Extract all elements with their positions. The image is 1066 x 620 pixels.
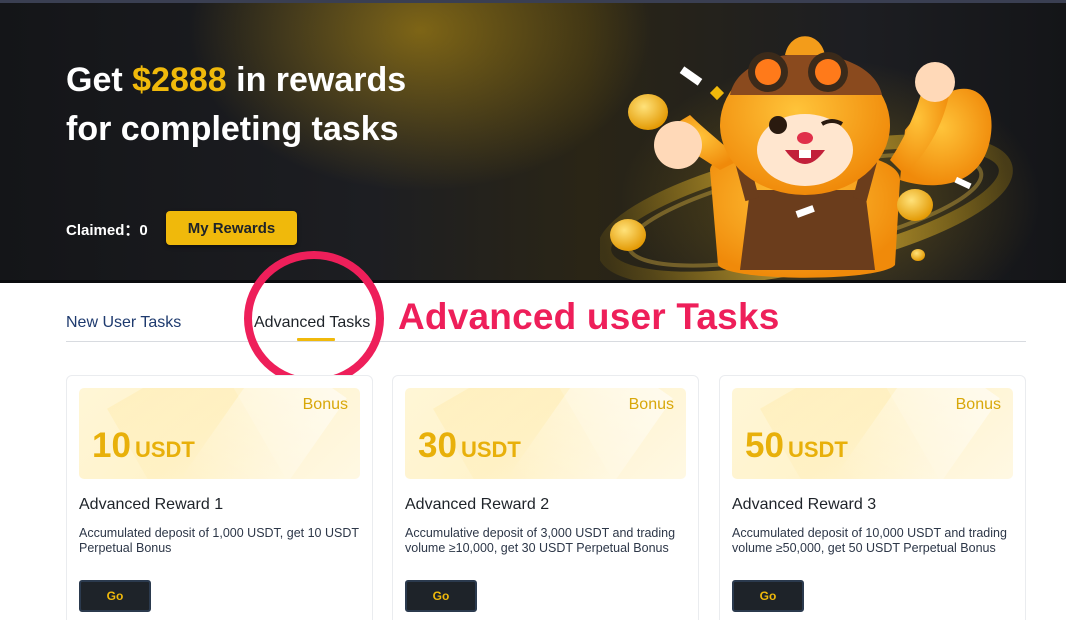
hero-bottom-border (0, 280, 1066, 283)
reward-title: Advanced Reward 2 (405, 496, 550, 513)
reward-amount: 30 USDT (418, 426, 521, 470)
my-rewards-button[interactable]: My Rewards (166, 211, 297, 245)
go-button[interactable]: Go (79, 580, 151, 612)
reward-amount-value: 30 (418, 426, 457, 465)
hero-title-line2: for completing tasks (66, 110, 399, 148)
bonus-label: Bonus (628, 396, 674, 413)
reward-amount-value: 10 (92, 426, 131, 465)
claimed-count: Claimed：0 (66, 219, 148, 240)
tab-new-user-tasks[interactable]: New User Tasks (66, 313, 181, 333)
mascot-illustration (600, 36, 1013, 283)
reward-unit: USDT (134, 437, 195, 462)
go-button[interactable]: Go (405, 580, 477, 612)
reward-card: Bonus 10 USDT Advanced Reward 1 Accumulat… (66, 375, 373, 620)
bonus-label: Bonus (302, 396, 348, 413)
reward-banner: Bonus 30 USDT (405, 388, 686, 479)
hero-top-border (0, 0, 1066, 3)
annotation-circle (244, 251, 384, 386)
claimed-label: Claimed： (66, 222, 140, 239)
reward-description: Accumulated deposit of 10,000 USDT and t… (732, 526, 1007, 555)
hero-title-suffix: in rewards (226, 61, 407, 99)
reward-title: Advanced Reward 1 (79, 496, 224, 513)
bonus-label: Bonus (955, 396, 1001, 413)
reward-amount: 50 USDT (745, 426, 848, 470)
reward-unit: USDT (787, 437, 848, 462)
claimed-value: 0 (139, 222, 148, 239)
tabs-divider (66, 341, 1026, 342)
hero-title: Get $2888 in rewards for completing task… (66, 56, 406, 154)
annotation-label: Advanced user Tasks (398, 296, 780, 337)
hero-title-prefix: Get (66, 61, 133, 99)
reward-description: Accumulated deposit of 1,000 USDT, get 1… (79, 526, 359, 555)
hero-banner: Get $2888 in rewards for completing task… (0, 0, 1066, 283)
reward-title: Advanced Reward 3 (732, 496, 877, 513)
reward-amount: 10 USDT (92, 426, 195, 470)
reward-description: Accumulative deposit of 3,000 USDT and t… (405, 526, 676, 555)
reward-amount-value: 50 (745, 426, 784, 465)
hero-title-amount: $2888 (132, 61, 227, 99)
go-button[interactable]: Go (732, 580, 804, 612)
reward-card: Bonus 30 USDT Advanced Reward 2 Accumulat… (392, 375, 699, 620)
reward-banner: Bonus 50 USDT (732, 388, 1013, 479)
reward-card: Bonus 50 USDT Advanced Reward 3 Accumulat… (719, 375, 1026, 620)
reward-banner: Bonus 10 USDT (79, 388, 360, 479)
reward-unit: USDT (460, 437, 521, 462)
